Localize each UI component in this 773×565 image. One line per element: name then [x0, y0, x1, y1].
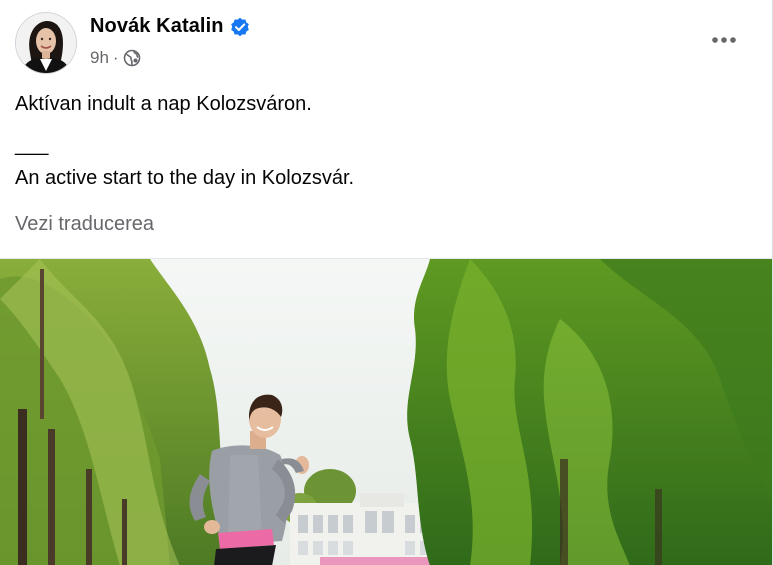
more-options-icon	[712, 37, 736, 43]
park-runner-photo	[0, 259, 772, 565]
post-text-line-2: An active start to the day in Kolozsvár.	[15, 167, 355, 189]
author-avatar[interactable]	[16, 13, 76, 73]
post-photo[interactable]	[0, 258, 772, 565]
post-timestamp[interactable]: 9h	[90, 48, 109, 68]
avatar-portrait-image	[16, 13, 76, 73]
post-text-line-1: Aktívan indult a nap Kolozsváron.	[15, 93, 312, 115]
meta-separator: ·	[112, 48, 119, 67]
globe-icon[interactable]	[123, 49, 141, 67]
author-name[interactable]: Novák Katalin	[90, 15, 224, 38]
post-header: Novák Katalin 9h ·	[0, 0, 772, 80]
author-row: Novák Katalin	[90, 15, 250, 38]
more-options-button[interactable]	[706, 26, 742, 54]
post-meta: 9h ·	[90, 48, 141, 68]
verified-badge-icon	[230, 17, 250, 37]
see-translation-link[interactable]: Vezi traducerea	[15, 213, 154, 236]
post-text-separator: ___	[15, 134, 49, 156]
feed-post: Novák Katalin 9h · Aktívan indult a nap …	[0, 0, 773, 565]
